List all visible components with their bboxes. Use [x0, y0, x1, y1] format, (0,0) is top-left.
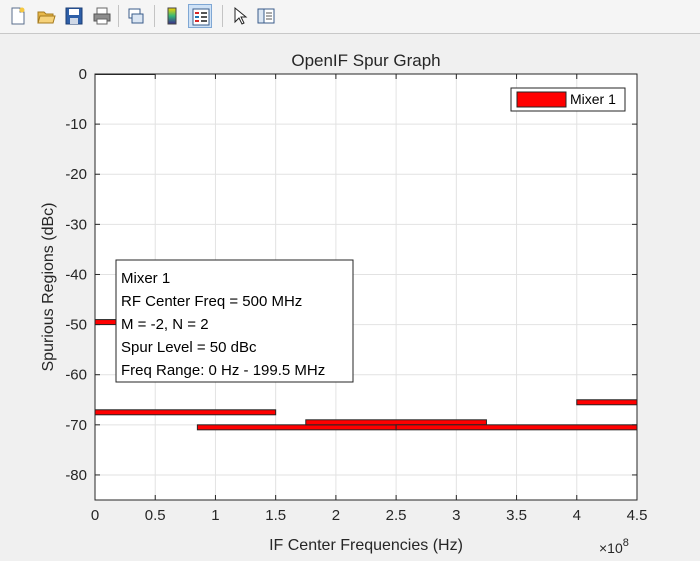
- x-tick-label: 2.5: [386, 507, 407, 524]
- link-plot-button[interactable]: [124, 4, 148, 28]
- datatip-line: RF Center Freq = 500 MHz: [121, 293, 302, 310]
- edit-plot-arrow-icon: [234, 6, 248, 25]
- x-exponent-label: ×108: [599, 537, 629, 556]
- y-tick-label: -50: [65, 317, 87, 334]
- y-tick-label: -60: [65, 367, 87, 384]
- insert-legend-button[interactable]: [188, 4, 212, 28]
- new-figure-icon: [11, 7, 25, 25]
- x-tick-label: 0.5: [145, 507, 166, 524]
- chart-figure: 0 0.5 1 1.5 2 2.5 3 3.5 4 4.5 0 -10 -20 -30 -40 -50 -60 -…: [40, 51, 648, 556]
- property-inspector-button[interactable]: [254, 4, 278, 28]
- y-axis-label: Spurious Regions (dBc): [40, 203, 57, 372]
- open-file-icon: [37, 11, 56, 24]
- spur-bar: [576, 399, 638, 406]
- legend-swatch: [516, 91, 567, 108]
- legend-entry-label: Mixer 1: [570, 91, 616, 107]
- y-tick-label: -30: [65, 216, 87, 233]
- print-icon: [93, 7, 111, 25]
- link-plot-icon: [128, 8, 144, 24]
- datatip-line: M = -2, N = 2: [121, 316, 209, 333]
- toolbar-separator: [154, 5, 155, 27]
- chart-title: OpenIF Spur Graph: [291, 51, 440, 70]
- open-file-button[interactable]: [34, 4, 58, 28]
- save-icon: [65, 7, 83, 25]
- y-tick-label: -10: [65, 116, 87, 133]
- datatip-line: Mixer 1: [121, 270, 170, 287]
- datatip-line: Freq Range: 0 Hz - 199.5 MHz: [121, 362, 325, 379]
- save-button[interactable]: [62, 4, 86, 28]
- y-tick-label: -80: [65, 467, 87, 484]
- x-tick-label: 0: [91, 507, 99, 524]
- x-tick-label: 3.5: [506, 507, 527, 524]
- property-inspector-icon: [257, 8, 275, 24]
- x-tick-label: 2: [332, 507, 340, 524]
- y-tick-label: -40: [65, 266, 87, 283]
- x-tick-label: 3: [452, 507, 460, 524]
- x-tick-label: 1: [211, 507, 219, 524]
- x-tick-label: 4: [573, 507, 581, 524]
- toolbar-separator: [118, 5, 119, 27]
- figure-toolbar: [0, 0, 700, 34]
- y-tick-label: -20: [65, 166, 87, 183]
- spur-bar: [196, 424, 397, 431]
- spur-bar: [395, 424, 638, 431]
- legend[interactable]: Mixer 1: [510, 87, 626, 112]
- y-tick-label: -70: [65, 417, 87, 434]
- insert-legend-icon: [192, 8, 210, 26]
- new-figure-button[interactable]: [6, 4, 30, 28]
- toolbar-separator: [222, 5, 223, 27]
- spur-bar: [305, 419, 487, 426]
- edit-plot-button[interactable]: [228, 4, 252, 28]
- datatip[interactable]: Mixer 1 RF Center Freq = 500 MHz M = -2,…: [115, 259, 354, 383]
- insert-colorbar-icon: [167, 7, 177, 25]
- spur-bar: [94, 409, 277, 416]
- spur-bar: [94, 319, 120, 326]
- x-tick-label: 4.5: [627, 507, 648, 524]
- x-exponent-base: ×10: [599, 540, 623, 556]
- y-tick-label: 0: [79, 66, 87, 83]
- print-button[interactable]: [90, 4, 114, 28]
- x-axis-label: IF Center Frequencies (Hz): [269, 537, 463, 554]
- insert-colorbar-button[interactable]: [160, 4, 184, 28]
- x-exponent-power: 8: [623, 537, 629, 549]
- datatip-line: Spur Level = 50 dBc: [121, 339, 257, 356]
- x-tick-label: 1.5: [265, 507, 286, 524]
